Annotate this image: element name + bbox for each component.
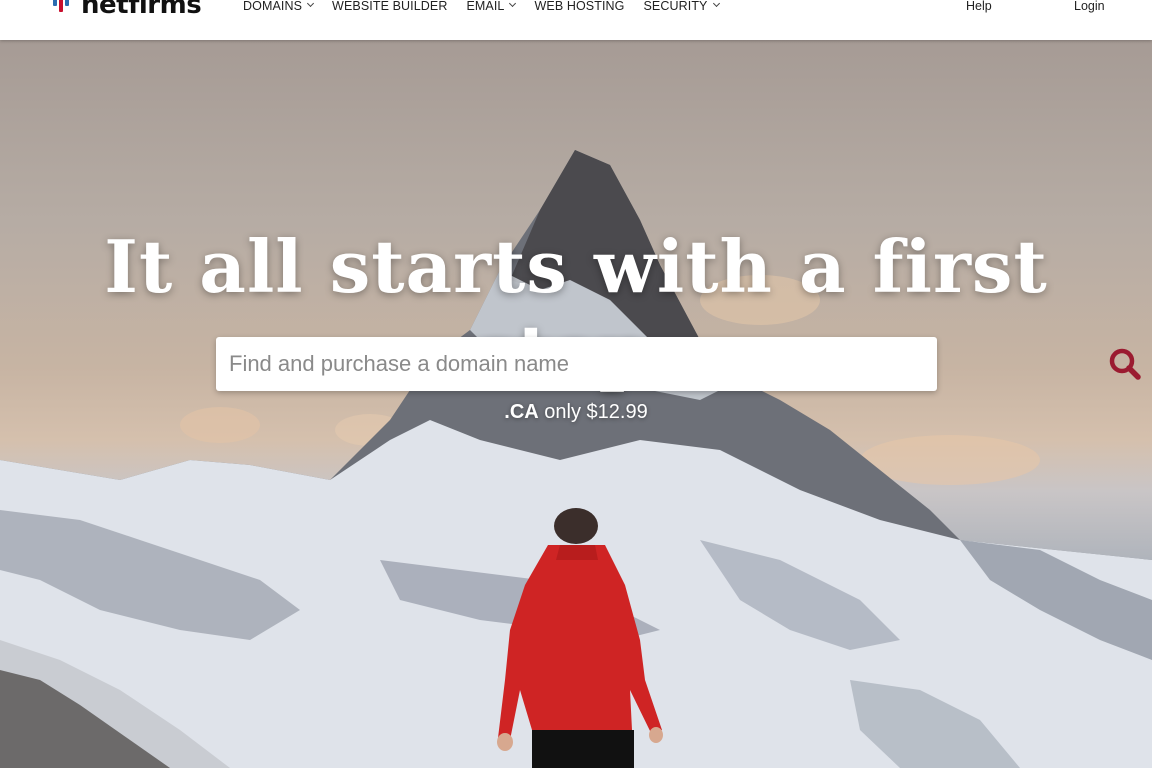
logo-mark-icon	[53, 0, 75, 18]
nav-email[interactable]: EMAIL	[466, 0, 517, 13]
domain-search-form	[216, 337, 1141, 391]
search-icon	[1109, 348, 1141, 380]
nav-email-label: EMAIL	[466, 0, 505, 13]
site-header: netfirms DOMAINS WEBSITE BUILDER EMAIL W…	[0, 0, 1152, 40]
promo-price: only $12.99	[538, 401, 648, 423]
promo-tld: .CA	[504, 401, 539, 423]
chevron-down-icon	[509, 0, 517, 8]
nav-web-hosting-label: WEB HOSTING	[534, 0, 625, 13]
chevron-down-icon	[307, 0, 315, 8]
nav-domains-label: DOMAINS	[243, 0, 303, 13]
nav-domains[interactable]: DOMAINS	[243, 0, 315, 13]
tld-promo: .CA only $12.99	[0, 401, 1152, 424]
search-button[interactable]	[1100, 337, 1152, 391]
nav-website-builder[interactable]: WEBSITE BUILDER	[332, 0, 447, 13]
main-nav: DOMAINS WEBSITE BUILDER EMAIL WEB HOSTIN…	[243, 0, 738, 13]
chevron-down-icon	[712, 0, 720, 8]
nav-security[interactable]: SECURITY	[643, 0, 720, 13]
netfirms-logo[interactable]: netfirms	[53, 0, 202, 20]
domain-search-input[interactable]	[216, 337, 876, 391]
nav-web-hosting[interactable]: WEB HOSTING	[534, 0, 624, 13]
login-link[interactable]: Login	[1074, 0, 1105, 13]
help-link[interactable]: Help	[966, 0, 992, 13]
logo-text: netfirms	[81, 0, 202, 20]
nav-website-builder-label: WEBSITE BUILDER	[332, 0, 448, 13]
hero-section: It all starts with a first step. .CA onl…	[0, 40, 1152, 768]
nav-security-label: SECURITY	[643, 0, 708, 13]
